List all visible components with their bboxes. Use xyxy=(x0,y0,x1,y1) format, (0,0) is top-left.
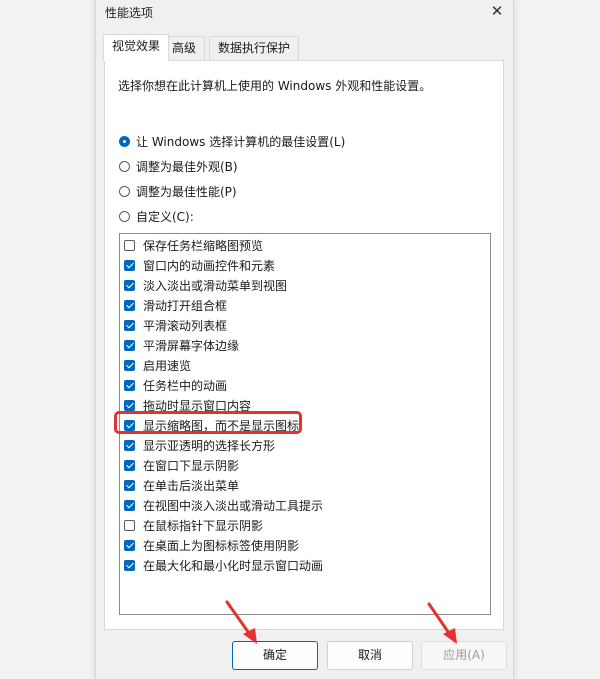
checkbox[interactable] xyxy=(124,439,135,451)
list-item[interactable]: 拖动时显示窗口内容 xyxy=(124,396,251,414)
list-item[interactable]: 在鼠标指针下显示阴影 xyxy=(124,516,263,534)
performance-options-dialog: 性能选项 ✕ 视觉效果 高级 数据执行保护 选择你想在此计算机上使用的 Wind… xyxy=(95,0,514,679)
list-item[interactable]: 滑动打开组合框 xyxy=(124,296,227,314)
close-icon[interactable]: ✕ xyxy=(487,0,507,22)
list-item[interactable]: 在视图中淡入淡出或滑动工具提示 xyxy=(124,496,323,514)
list-item[interactable]: 在桌面上为图标标签使用阴影 xyxy=(124,536,299,554)
checkbox[interactable] xyxy=(124,319,135,331)
title-bar: 性能选项 ✕ xyxy=(96,0,513,26)
item-label: 平滑屏幕字体边缘 xyxy=(143,338,240,353)
checkbox[interactable] xyxy=(124,239,135,251)
item-label: 平滑滚动列表框 xyxy=(143,318,228,333)
item-label: 启用速览 xyxy=(143,358,192,373)
checkbox[interactable] xyxy=(124,459,135,471)
checkbox[interactable] xyxy=(124,399,135,411)
radio-button[interactable] xyxy=(119,135,130,147)
item-label: 显示缩略图，而不是显示图标 xyxy=(143,418,300,433)
cancel-button[interactable]: 取消 xyxy=(327,641,413,670)
radio-label: 自定义(C): xyxy=(136,209,194,224)
item-label: 在视图中淡入淡出或滑动工具提示 xyxy=(143,498,324,513)
item-label: 在桌面上为图标标签使用阴影 xyxy=(143,538,300,553)
list-item[interactable]: 淡入淡出或滑动菜单到视图 xyxy=(124,276,287,294)
apply-button[interactable]: 应用(A) xyxy=(421,641,507,670)
list-item[interactable]: 显示亚透明的选择长方形 xyxy=(124,436,275,454)
visual-effects-panel: 选择你想在此计算机上使用的 Windows 外观和性能设置。 让 Windows… xyxy=(104,60,504,630)
item-label: 滑动打开组合框 xyxy=(143,298,228,313)
radio-button[interactable] xyxy=(119,185,130,197)
item-label: 显示亚透明的选择长方形 xyxy=(143,438,276,453)
radio-button[interactable] xyxy=(119,160,130,172)
checkbox[interactable] xyxy=(124,279,135,291)
item-label: 拖动时显示窗口内容 xyxy=(143,398,252,413)
item-label: 在最大化和最小化时显示窗口动画 xyxy=(143,558,324,573)
list-item[interactable]: 窗口内的动画控件和元素 xyxy=(124,256,275,274)
item-label: 淡入淡出或滑动菜单到视图 xyxy=(143,278,288,293)
effects-list[interactable]: 保存任务栏缩略图预览 窗口内的动画控件和元素 淡入淡出或滑动菜单到视图 滑动打开… xyxy=(119,233,491,615)
radio-label: 调整为最佳性能(P) xyxy=(136,184,237,199)
item-label: 在鼠标指针下显示阴影 xyxy=(143,518,264,533)
list-item[interactable]: 保存任务栏缩略图预览 xyxy=(124,236,263,254)
list-item[interactable]: 在单击后淡出菜单 xyxy=(124,476,239,494)
radio-best-performance[interactable]: 调整为最佳性能(P) xyxy=(119,182,237,200)
list-item[interactable]: 启用速览 xyxy=(124,356,191,374)
checkbox[interactable] xyxy=(124,539,135,551)
radio-best-appearance[interactable]: 调整为最佳外观(B) xyxy=(119,157,238,175)
item-label: 窗口内的动画控件和元素 xyxy=(143,258,276,273)
item-label: 在窗口下显示阴影 xyxy=(143,458,240,473)
panel-description: 选择你想在此计算机上使用的 Windows 外观和性能设置。 xyxy=(118,79,432,93)
checkbox[interactable] xyxy=(124,499,135,511)
checkbox[interactable] xyxy=(124,339,135,351)
radio-button[interactable] xyxy=(119,210,130,222)
checkbox[interactable] xyxy=(124,379,135,391)
tab-visual-effects[interactable]: 视觉效果 xyxy=(103,34,170,61)
radio-let-windows-choose[interactable]: 让 Windows 选择计算机的最佳设置(L) xyxy=(119,132,345,150)
ok-button[interactable]: 确定 xyxy=(232,641,318,670)
list-item[interactable]: 在最大化和最小化时显示窗口动画 xyxy=(124,556,323,574)
list-item[interactable]: 显示缩略图，而不是显示图标 xyxy=(124,416,299,434)
checkbox[interactable] xyxy=(124,259,135,271)
radio-custom[interactable]: 自定义(C): xyxy=(119,207,194,225)
checkbox[interactable] xyxy=(124,299,135,311)
radio-label: 让 Windows 选择计算机的最佳设置(L) xyxy=(136,134,346,149)
checkbox[interactable] xyxy=(124,359,135,371)
list-item[interactable]: 任务栏中的动画 xyxy=(124,376,227,394)
checkbox[interactable] xyxy=(124,419,135,431)
item-label: 在单击后淡出菜单 xyxy=(143,478,240,493)
window-title: 性能选项 xyxy=(105,6,154,20)
tab-advanced[interactable]: 高级 xyxy=(163,36,206,60)
background-left xyxy=(0,0,95,679)
item-label: 保存任务栏缩略图预览 xyxy=(143,238,264,253)
tab-data-execution-prevention[interactable]: 数据执行保护 xyxy=(209,36,300,60)
list-item[interactable]: 平滑屏幕字体边缘 xyxy=(124,336,239,354)
item-label: 任务栏中的动画 xyxy=(143,378,228,393)
checkbox[interactable] xyxy=(124,479,135,491)
background-right xyxy=(512,0,600,679)
list-item[interactable]: 平滑滚动列表框 xyxy=(124,316,227,334)
radio-label: 调整为最佳外观(B) xyxy=(136,159,238,174)
checkbox[interactable] xyxy=(124,559,135,571)
list-item[interactable]: 在窗口下显示阴影 xyxy=(124,456,239,474)
checkbox[interactable] xyxy=(124,519,135,531)
